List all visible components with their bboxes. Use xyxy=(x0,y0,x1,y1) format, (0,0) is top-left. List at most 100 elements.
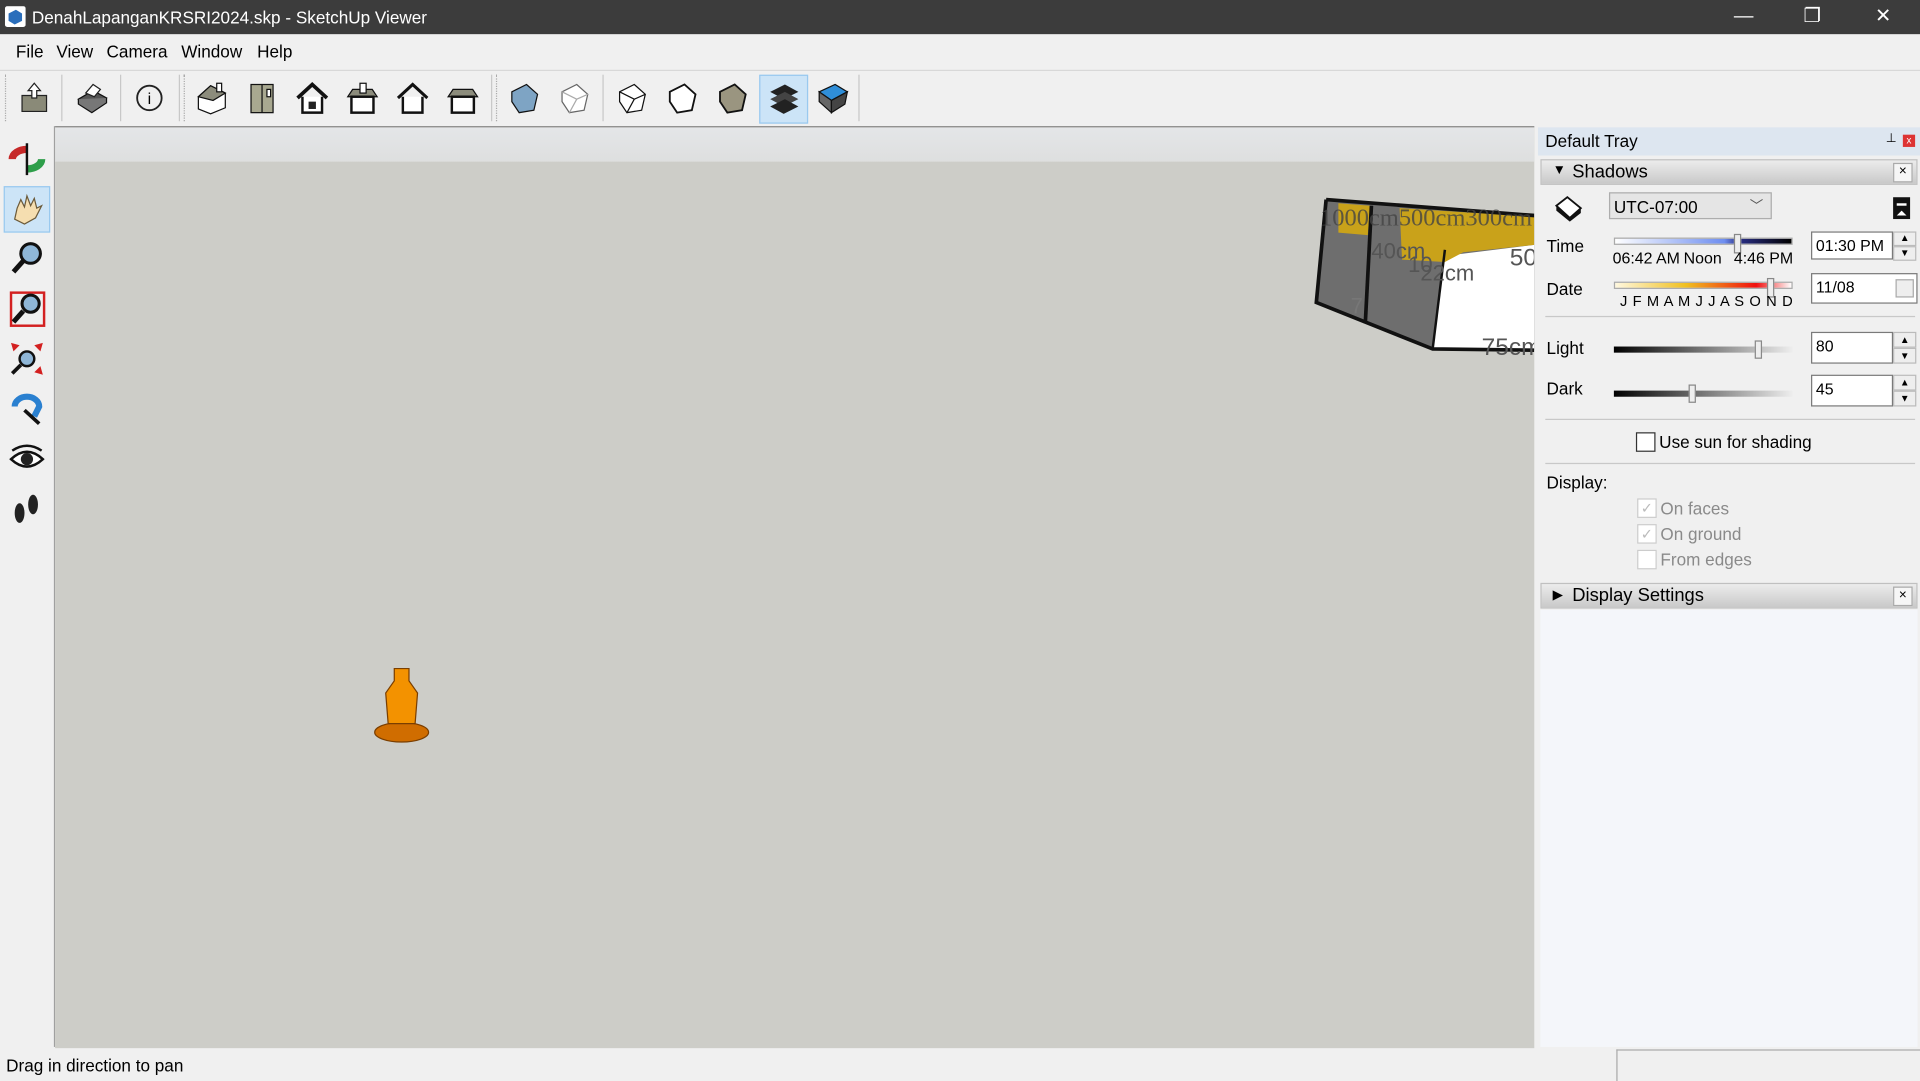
left-view-icon[interactable] xyxy=(441,76,485,120)
time-input[interactable]: 01:30 PM xyxy=(1811,231,1894,260)
dark-down-button[interactable]: ▼ xyxy=(1893,390,1917,407)
print-icon[interactable] xyxy=(70,76,114,120)
use-sun-checkbox[interactable] xyxy=(1635,432,1656,452)
left-toolbar xyxy=(0,126,56,1047)
time-up-button[interactable]: ▲ xyxy=(1893,231,1917,247)
shadows-panel-header[interactable]: ▼ Shadows × xyxy=(1540,159,1918,185)
expand-details-icon[interactable] xyxy=(1893,197,1911,220)
svg-text:7: 7 xyxy=(1351,293,1363,318)
on-ground-checkbox[interactable]: ✓ xyxy=(1637,524,1657,544)
collapse-arrow-icon: ▼ xyxy=(1552,162,1566,178)
from-edges-checkbox[interactable] xyxy=(1637,549,1657,570)
panel-close-button[interactable]: × xyxy=(1893,586,1913,607)
light-up-button[interactable]: ▲ xyxy=(1893,331,1917,348)
toolbar: i xyxy=(0,69,1920,128)
calendar-icon[interactable] xyxy=(1895,279,1914,298)
sketchup-logo-icon xyxy=(4,6,26,27)
svg-text:1000cm500cm300cm: 1000cm500cm300cm xyxy=(1320,204,1532,231)
light-down-button[interactable]: ▼ xyxy=(1893,347,1917,364)
dark-input[interactable]: 45 xyxy=(1811,374,1894,407)
expand-arrow-icon: ▶ xyxy=(1552,587,1564,603)
light-slider[interactable] xyxy=(1613,346,1793,353)
close-button[interactable]: ✕ xyxy=(1859,0,1908,34)
shaded-icon[interactable] xyxy=(660,76,704,120)
iso-view-icon[interactable] xyxy=(190,76,234,120)
tray-close-icon[interactable]: x xyxy=(1902,134,1916,147)
on-faces-checkbox[interactable]: ✓ xyxy=(1637,498,1657,518)
colors-by-material-icon[interactable] xyxy=(811,76,855,120)
display-settings-panel-header[interactable]: ▶ Display Settings × xyxy=(1540,582,1918,609)
toggle-shadows-icon[interactable] xyxy=(1553,195,1585,224)
months-label: J F M A M J J A S O N D xyxy=(1620,292,1794,310)
model-drawing: 1000cm500cm300cm 75cm 22cm 40cm 10 7 50 xyxy=(374,197,1535,743)
menu-help[interactable]: Help xyxy=(257,42,292,62)
shaded-textures-icon[interactable] xyxy=(710,76,754,120)
field-model: 1000cm500cm300cm 75cm 22cm 40cm 10 7 50 xyxy=(1314,197,1535,361)
use-sun-label[interactable]: Use sun for shading xyxy=(1659,432,1811,452)
dark-slider-thumb[interactable] xyxy=(1688,384,1696,403)
model-info-icon[interactable]: i xyxy=(127,76,171,120)
time-down-button[interactable]: ▼ xyxy=(1893,246,1917,261)
measurements-box[interactable] xyxy=(1616,1049,1920,1081)
right-view-icon[interactable] xyxy=(340,76,384,120)
time-slider[interactable] xyxy=(1613,237,1793,245)
pan-icon[interactable] xyxy=(3,186,51,233)
svg-text:50: 50 xyxy=(1510,245,1534,272)
time-label: Time xyxy=(1546,236,1584,256)
title-bar: DenahLapanganKRSRI2024.skp - SketchUp Vi… xyxy=(0,0,1920,35)
previous-view-icon[interactable] xyxy=(4,386,51,433)
date-label: Date xyxy=(1546,279,1583,299)
minimize-button[interactable]: — xyxy=(1719,0,1768,34)
dark-slider[interactable] xyxy=(1613,390,1793,397)
menu-window[interactable]: Window xyxy=(181,42,242,62)
tray-title: Default Tray xyxy=(1545,131,1638,151)
pin-icon[interactable]: ⊥ xyxy=(1886,132,1897,145)
back-view-icon[interactable] xyxy=(391,76,435,120)
walk-icon[interactable] xyxy=(4,486,51,533)
tray-empty-area xyxy=(1540,609,1918,1047)
look-around-icon[interactable] xyxy=(4,436,51,483)
timezone-value: UTC-07:00 xyxy=(1613,197,1698,217)
restore-button[interactable]: ❐ xyxy=(1788,0,1837,34)
window-title: DenahLapanganKRSRI2024.skp - SketchUp Vi… xyxy=(31,7,428,27)
light-slider-thumb[interactable] xyxy=(1754,340,1763,359)
open-icon[interactable] xyxy=(12,76,56,120)
menu-view[interactable]: View xyxy=(56,42,93,62)
hidden-line-icon[interactable] xyxy=(610,76,654,120)
light-label: Light xyxy=(1546,337,1584,358)
menu-camera[interactable]: Camera xyxy=(107,42,168,62)
light-input[interactable]: 80 xyxy=(1811,331,1894,364)
dark-up-button[interactable]: ▲ xyxy=(1893,374,1917,391)
svg-text:10: 10 xyxy=(1408,252,1433,277)
zoom-icon[interactable] xyxy=(4,235,51,282)
menu-bar: File View Camera Window Help xyxy=(0,34,1920,70)
top-view-icon[interactable] xyxy=(290,76,334,120)
display-label: Display: xyxy=(1546,472,1608,493)
display-settings-title: Display Settings xyxy=(1572,585,1704,607)
wireframe-icon[interactable] xyxy=(552,76,596,120)
dark-label: Dark xyxy=(1546,378,1583,398)
monochrome-icon[interactable] xyxy=(759,74,809,124)
svg-text:i: i xyxy=(148,91,152,108)
menu-file[interactable]: File xyxy=(16,42,44,62)
from-edges-label: From edges xyxy=(1660,549,1752,570)
model-viewport[interactable]: 1000cm500cm300cm 75cm 22cm 40cm 10 7 50 xyxy=(55,126,1535,1049)
xray-icon[interactable] xyxy=(502,76,546,120)
panel-close-button[interactable]: × xyxy=(1893,162,1913,183)
zoom-extents-icon[interactable] xyxy=(4,336,51,383)
status-bar: Drag in direction to pan xyxy=(0,1049,1920,1081)
sunrise-label: 06:42 AM xyxy=(1612,248,1680,267)
sunset-label: 4:46 PM xyxy=(1733,248,1794,267)
on-faces-label: On faces xyxy=(1660,498,1730,518)
on-ground-label: On ground xyxy=(1660,524,1742,544)
chevron-down-icon: ﹀ xyxy=(1749,199,1764,215)
orbit-icon[interactable] xyxy=(4,136,51,183)
date-slider[interactable] xyxy=(1613,281,1793,289)
front-view-icon[interactable] xyxy=(240,76,284,120)
zoom-window-icon[interactable] xyxy=(4,285,51,332)
timezone-dropdown[interactable]: UTC-07:00 ﹀ xyxy=(1608,192,1772,220)
status-text: Drag in direction to pan xyxy=(6,1055,184,1076)
shadows-title: Shadows xyxy=(1572,161,1648,183)
svg-text:75cm: 75cm xyxy=(1482,334,1535,361)
scale-figure[interactable] xyxy=(374,667,430,743)
